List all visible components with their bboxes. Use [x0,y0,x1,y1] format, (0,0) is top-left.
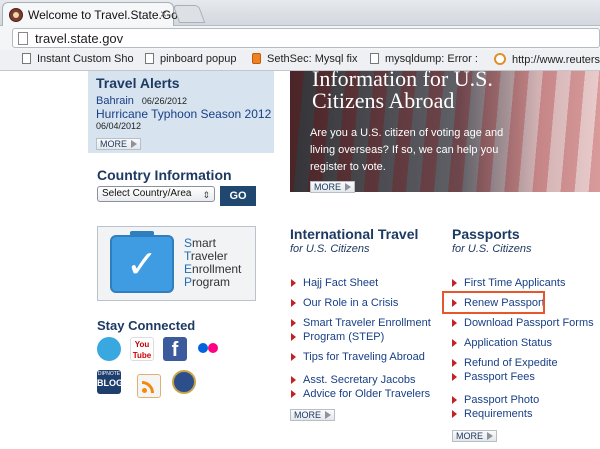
reuters-icon [494,53,506,65]
link-step-cont[interactable]: Program (STEP) [290,330,384,344]
more-label: MORE [314,182,341,192]
state-seal-icon[interactable] [172,370,196,394]
hero-body: Are you a U.S. citizen of voting age and… [310,127,504,173]
bookmark-label: Instant Custom Sho [37,53,134,65]
rss-icon[interactable] [137,374,161,398]
dipnote-blog-icon[interactable]: DIPNOTE BLOG [97,370,123,394]
passports-heading: Passports [452,226,520,242]
page-icon [145,53,154,64]
link-first-time-applicants[interactable]: First Time Applicants [451,276,565,290]
alert-date: 06/26/2012 [141,96,187,106]
url-text: travel.state.gov [35,31,124,46]
tab-travel-state-gov[interactable]: Welcome to Travel.State.Gov × [2,2,184,26]
play-icon [345,183,351,191]
link-application-status[interactable]: Application Status [451,336,552,350]
state-seal-favicon-icon [9,8,23,22]
new-tab-button[interactable] [172,5,206,23]
stp-text: Smart Traveler Enrollment Program [184,237,241,289]
link-asst-secretary-jacobs[interactable]: Asst. Secretary Jacobs [291,373,416,387]
link-refund-expedite-cont[interactable]: Passport Fees [452,370,535,384]
country-select-value: Select Country/Area [102,188,192,199]
passports-more-button[interactable]: MORE [452,430,497,442]
link-passport-photo-cont[interactable]: Requirements [451,407,532,421]
renew-passport-highlight-box [442,291,545,314]
stp-cap: T [184,249,191,263]
link-our-role-in-crisis[interactable]: Our Role in a Crisis [290,296,398,310]
travel-alerts-panel: Travel Alerts Bahrain 06/26/2012 Hurrican… [88,71,274,153]
bookmark-instant-custom[interactable]: Instant Custom Sho [22,53,134,65]
bookmark-label: pinboard popup [160,53,237,65]
stp-word: nrollment [192,262,242,276]
hero-title-line2: Citizens Abroad [312,88,455,113]
link-passport-photo[interactable]: Passport Photo [451,393,539,407]
flickr-icon[interactable] [196,337,220,361]
more-label: MORE [294,410,321,420]
link-hajj-fact-sheet[interactable]: Hajj Fact Sheet [290,276,378,290]
bookmark-pinboard[interactable]: pinboard popup [145,53,236,65]
stay-connected-heading: Stay Connected [97,318,196,333]
travel-alerts-heading: Travel Alerts [96,75,180,91]
international-travel-subheading: for U.S. Citizens [290,243,370,255]
stp-word: rogram [192,275,231,289]
hero-banner[interactable]: Information for U.S. Citizens Abroad Are… [290,71,600,192]
stp-cap: E [184,262,193,276]
close-tab-icon[interactable]: × [160,7,167,21]
hero-more-button[interactable]: MORE [310,181,355,193]
stp-cap: S [184,236,193,250]
smart-traveler-banner[interactable]: ✓ Smart Traveler Enrollment Program [97,226,256,301]
stp-word: raveler [190,249,228,263]
alert-bahrain[interactable]: Bahrain 06/26/2012 [96,95,187,107]
blog-top-label: DIPNOTE [97,371,121,377]
twitter-icon[interactable] [97,337,121,361]
checkmark-phone-icon: ✓ [110,231,174,293]
page-icon [22,53,31,64]
country-select[interactable]: Select Country/Area ⇕ [97,186,215,202]
blog-label: BLOG [97,378,123,388]
country-information-heading: Country Information [97,167,232,183]
bookmark-sethsec[interactable]: SethSec: Mysql fix [252,53,357,65]
bookmarks-bar: Instant Custom Sho pinboard popup SethSe… [0,50,600,71]
more-label: MORE [456,431,483,441]
alert-title[interactable]: Bahrain [96,95,134,107]
more-label: MORE [100,139,127,149]
bookmark-reuters[interactable]: http://www.reuters [494,53,600,66]
tab-bar: Welcome to Travel.State.Gov × [0,0,600,26]
link-download-passport-forms[interactable]: Download Passport Forms [452,316,594,330]
page-content: Travel Alerts Bahrain 06/26/2012 Hurrican… [0,71,600,449]
page-icon [18,32,28,45]
international-travel-heading: International Travel [290,226,419,242]
bookmark-label: SethSec: Mysql fix [267,53,358,65]
blogger-icon [252,53,261,64]
alert-date: 06/04/2012 [96,121,142,131]
intl-travel-more-button[interactable]: MORE [290,409,335,421]
bookmark-label: mysqldump: Error : [385,53,478,65]
play-icon [325,411,331,419]
bookmark-label: http://www.reuters [512,54,600,66]
youtube-icon[interactable]: You Tube [130,337,154,361]
page-icon [370,53,379,64]
link-refund-expedite[interactable]: Refund of Expedite [452,356,558,370]
link-step[interactable]: Smart Traveler Enrollment [291,316,431,330]
alert-hurricane[interactable]: Hurricane Typhoon Season 2012 [96,107,271,121]
youtube-label: You Tube [132,340,152,360]
address-bar[interactable]: travel.state.gov [12,28,600,48]
chevron-updown-icon: ⇕ [202,190,210,200]
passports-subheading: for U.S. Citizens [452,243,532,255]
alerts-more-button[interactable]: MORE [96,138,141,150]
link-tips-traveling-abroad[interactable]: Tips for Traveling Abroad [291,350,425,364]
bookmark-mysqldump[interactable]: mysqldump: Error : [370,53,478,65]
stp-word: mart [192,236,217,250]
play-icon [487,432,493,440]
stp-cap: P [184,275,193,289]
play-icon [131,140,137,148]
facebook-icon[interactable]: f [163,337,187,361]
go-button[interactable]: GO [220,186,256,206]
link-older-travelers[interactable]: Advice for Older Travelers [290,387,430,401]
